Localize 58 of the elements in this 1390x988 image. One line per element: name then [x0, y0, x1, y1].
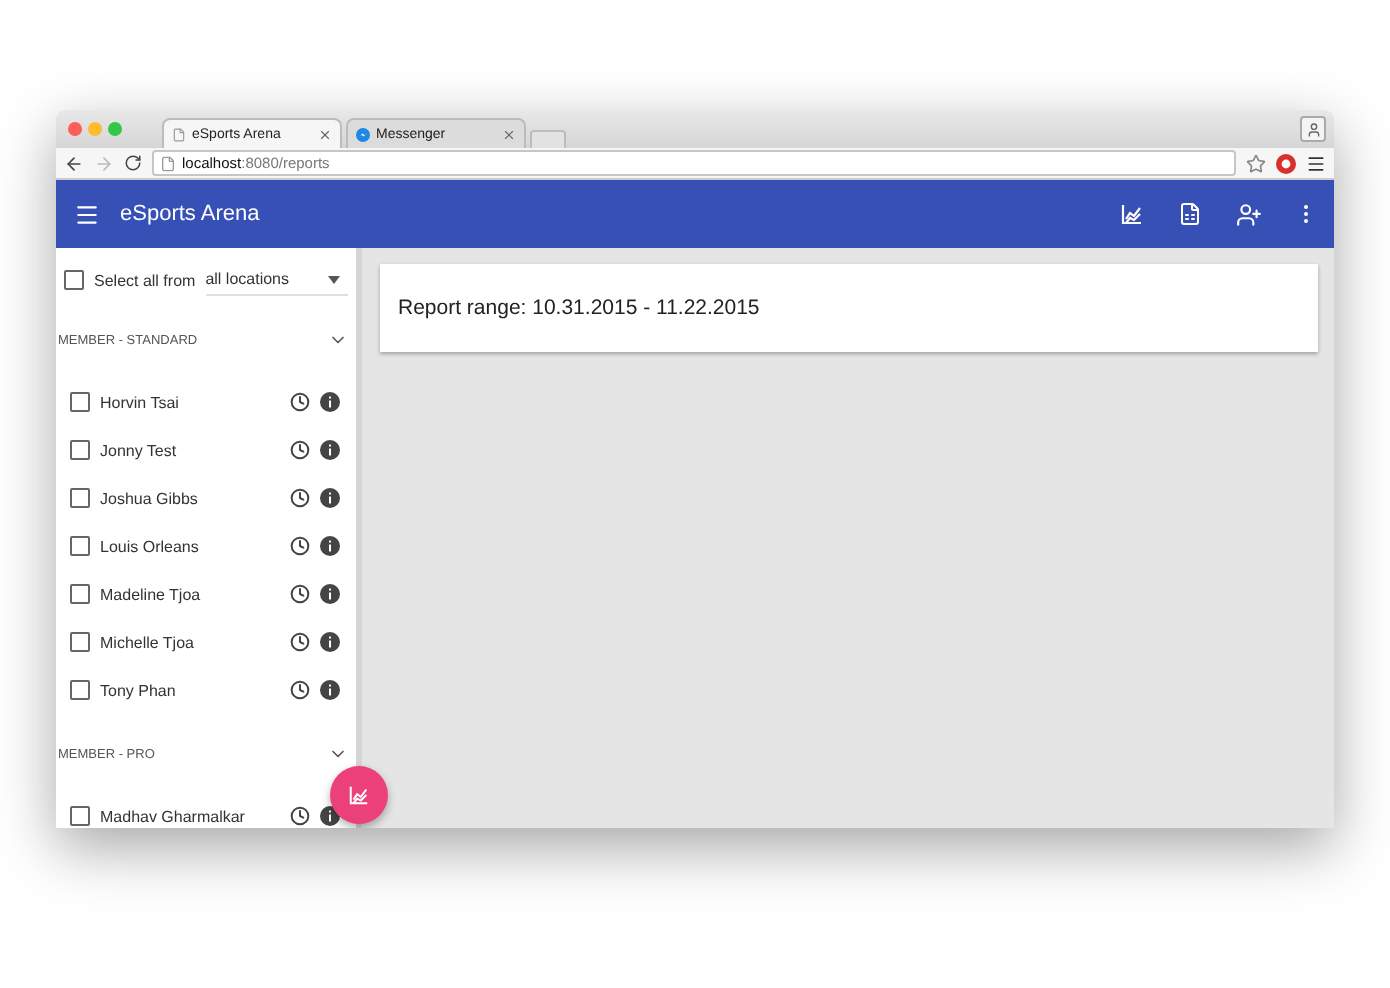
member-name: Joshua Gibbs [100, 489, 200, 507]
person-icon [1305, 121, 1321, 137]
info-icon[interactable] [320, 440, 340, 460]
back-icon[interactable] [64, 153, 84, 173]
checkbox[interactable] [70, 488, 90, 508]
app-title: eSports Arena [120, 202, 262, 226]
checkbox[interactable] [70, 392, 90, 412]
add-user-button[interactable] [1236, 201, 1262, 227]
clock-icon[interactable] [290, 392, 310, 412]
close-icon[interactable] [318, 127, 332, 141]
member-name: Madeline Tjoa [100, 585, 203, 603]
star-icon[interactable] [1246, 153, 1266, 173]
clock-icon[interactable] [290, 488, 310, 508]
profile-button[interactable] [1300, 116, 1326, 142]
info-icon[interactable] [320, 392, 340, 412]
checkbox[interactable] [70, 680, 90, 700]
location-dropdown[interactable]: all locations [205, 265, 348, 295]
extension-icon[interactable] [1276, 153, 1296, 173]
info-icon[interactable] [320, 536, 340, 556]
member-name: Michelle Tjoa [100, 633, 196, 651]
member-name: Madhav Gharmalkar [100, 807, 247, 825]
checkbox[interactable] [64, 270, 84, 290]
menu-icon[interactable] [1306, 153, 1326, 173]
checkbox[interactable] [70, 440, 90, 460]
clock-icon[interactable] [290, 536, 310, 556]
chart-fab[interactable] [330, 766, 388, 824]
page-icon [160, 155, 176, 171]
chart-icon [1120, 202, 1144, 226]
info-icon[interactable] [320, 488, 340, 508]
spreadsheet-icon [1178, 202, 1202, 226]
checkbox-label: Select all from [94, 271, 196, 289]
checkbox[interactable] [70, 806, 90, 826]
clock-icon[interactable] [290, 680, 310, 700]
chat-bubble-icon [356, 127, 370, 141]
info-icon[interactable] [320, 680, 340, 700]
menu-icon [74, 201, 100, 227]
menu-button[interactable] [74, 201, 100, 227]
member-name: Tony Phan [100, 681, 178, 699]
chart-button[interactable] [1120, 202, 1144, 226]
clock-icon[interactable] [290, 440, 310, 460]
member-name: Jonny Test [100, 441, 179, 459]
add-user-icon [1236, 201, 1262, 227]
clock-icon[interactable] [290, 584, 310, 604]
close-icon[interactable] [502, 127, 516, 141]
report-range: Report range: 10.31.2015 - 11.22.2015 [398, 296, 760, 320]
clock-icon[interactable] [290, 632, 310, 652]
spreadsheet-button[interactable] [1178, 202, 1202, 226]
info-icon[interactable] [320, 584, 340, 604]
checkbox[interactable] [70, 536, 90, 556]
chart-icon [348, 784, 370, 806]
reload-icon[interactable] [124, 154, 142, 172]
member-name: Horvin Tsai [100, 393, 181, 411]
checkbox[interactable] [70, 632, 90, 652]
member-name: Louis Orleans [100, 537, 201, 555]
checkbox[interactable] [70, 584, 90, 604]
page-icon [172, 127, 186, 141]
clock-icon[interactable] [290, 806, 310, 826]
info-icon[interactable] [320, 632, 340, 652]
